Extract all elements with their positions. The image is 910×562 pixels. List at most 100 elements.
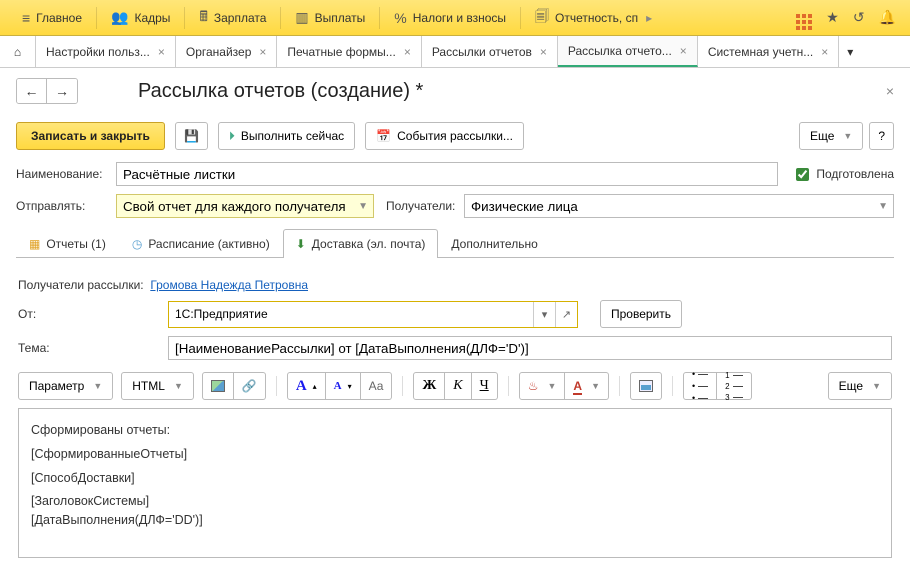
back-button[interactable]: ← [17,79,47,103]
body-line: Сформированы отчеты: [31,419,879,443]
number-list-button[interactable] [717,372,751,400]
bullet-list-button[interactable] [683,372,717,400]
bullet-list-icon [692,369,708,403]
play-icon: ⏵ [229,129,235,144]
recipients-label: Получатели: [386,199,464,213]
menu-more-caret[interactable]: ▸ [646,11,652,25]
mailing-recipients-link[interactable]: Громова Надежда Петровна [150,278,308,292]
format-select[interactable]: HTML▼ [121,372,194,400]
close-icon[interactable]: × [404,45,411,59]
menu-taxes[interactable]: %Налоги и взносы [380,0,520,36]
close-icon[interactable]: × [158,45,165,59]
recipients-type-select[interactable] [464,194,894,218]
menu-salary[interactable]: 🖩Зарплата [185,0,280,36]
people-icon: 👥 [111,9,128,26]
insert-image-button[interactable] [202,372,234,400]
subject-label: Тема: [18,341,168,355]
mailing-recipients-label: Получатели рассылки: [18,278,150,292]
tab-system-account[interactable]: Системная учетн...× [698,36,839,67]
textcolor-icon: А [573,379,582,393]
font-dialog-button[interactable]: Аа [361,372,393,400]
calendar-icon: 📅 [376,129,391,143]
home-tab[interactable]: ⌂ [0,36,36,67]
history-icon[interactable]: ↺ [853,9,865,26]
document-icon: 🗐 [535,6,549,30]
close-icon[interactable]: × [259,45,266,59]
editor-toolbar: Параметр▼ HTML▼ 🔗 А▴ А▾ Аа Ж К Ч ♨▼ А▼ [18,372,892,400]
send-label: Отправлять: [16,199,116,213]
close-icon[interactable]: × [540,45,547,59]
subtab-additional[interactable]: Дополнительно [438,229,550,258]
report-icon: ▦ [29,237,40,251]
link-icon: 🔗 [242,379,257,393]
tab-report-mailings[interactable]: Рассылки отчетов× [422,36,558,67]
star-icon[interactable]: ★ [826,9,839,26]
more-button[interactable]: Еще▼ [799,122,863,150]
from-dropdown-icon[interactable]: ▾ [533,302,555,327]
mailing-events-button[interactable]: 📅События рассылки... [365,122,524,150]
help-button[interactable]: ? [869,122,894,150]
apps-grid-icon[interactable] [796,5,812,30]
check-button[interactable]: Проверить [600,300,682,328]
save-button[interactable]: 💾 [175,122,208,150]
font-dialog-icon: Аа [369,379,384,393]
page-close-icon[interactable]: × [886,83,894,99]
from-input[interactable] [169,302,533,327]
main-menu-bar: ≡Главное 👥Кадры 🖩Зарплата ▥Выплаты %Нало… [0,0,910,36]
detail-tabs: ▦Отчеты (1) ◷Расписание (активно) ⬇Доста… [16,228,894,258]
textcolor-button[interactable]: А▼ [565,372,609,400]
menu-hr[interactable]: 👥Кадры [97,0,184,36]
body-line: [ЗаголовокСистемы] [31,490,879,514]
clock-icon: ◷ [132,237,142,251]
image-icon [211,380,225,392]
from-open-icon[interactable]: ↗ [555,302,577,327]
bell-icon[interactable]: 🔔 [879,9,896,26]
list-icon: ≡ [22,10,30,26]
subject-input[interactable] [168,336,892,360]
editor-more-button[interactable]: Еще▼ [828,372,892,400]
italic-button[interactable]: К [445,372,471,400]
underline-button[interactable]: Ч [472,372,498,400]
tab-organizer[interactable]: Органайзер× [176,36,278,67]
nav-buttons: ← → [16,78,78,104]
email-body-editor[interactable]: Сформированы отчеты: [СформированныеОтче… [18,408,892,558]
floppy-icon: 💾 [184,129,199,143]
tabs-overflow[interactable]: ▾ [839,36,861,67]
bgcolor-button[interactable]: ♨▼ [519,372,566,400]
run-now-button[interactable]: ⏵Выполнить сейчас [218,122,355,150]
body-line: [ДатаВыполнения(ДЛФ='DD')] [31,514,879,528]
percent-icon: % [394,10,406,26]
menu-reporting[interactable]: 🗐Отчетность, сп [521,0,652,36]
tab-print-forms[interactable]: Печатные формы...× [277,36,421,67]
save-and-close-button[interactable]: Записать и закрыть [16,122,165,150]
font-increase-button[interactable]: А▴ [287,372,326,400]
name-label: Наименование: [16,167,116,181]
close-icon[interactable]: × [680,44,687,58]
insert-picture-button[interactable] [630,372,662,400]
bold-button[interactable]: Ж [413,372,445,400]
subtab-delivery[interactable]: ⬇Доставка (эл. почта) [283,229,439,258]
font-decrease-button[interactable]: А▾ [326,372,361,400]
number-list-icon [725,371,742,402]
insert-link-button[interactable]: 🔗 [234,372,266,400]
page-title: Рассылка отчетов (создание) * [138,80,423,103]
tab-user-settings[interactable]: Настройки польз...× [36,36,176,67]
delivery-icon: ⬇ [296,237,306,251]
send-mode-select[interactable] [116,194,374,218]
action-toolbar: Записать и закрыть 💾 ⏵Выполнить сейчас 📅… [16,122,894,150]
wallet-icon: ▥ [295,9,308,26]
prepared-checkbox[interactable] [796,168,809,181]
body-line: [СформированныеОтчеты] [31,443,879,467]
subtab-reports[interactable]: ▦Отчеты (1) [16,229,119,258]
name-input[interactable] [116,162,778,186]
from-label: От: [18,307,168,321]
menu-payments[interactable]: ▥Выплаты [281,0,379,36]
picture-icon [639,380,653,392]
parameter-button[interactable]: Параметр▼ [18,372,113,400]
subtab-schedule[interactable]: ◷Расписание (активно) [119,229,283,258]
menu-main[interactable]: ≡Главное [8,0,96,36]
from-field-wrap: ▾ ↗ [168,301,578,328]
forward-button[interactable]: → [47,79,77,103]
tab-report-mailing-current[interactable]: Рассылка отчето...× [558,36,698,67]
close-icon[interactable]: × [821,45,828,59]
